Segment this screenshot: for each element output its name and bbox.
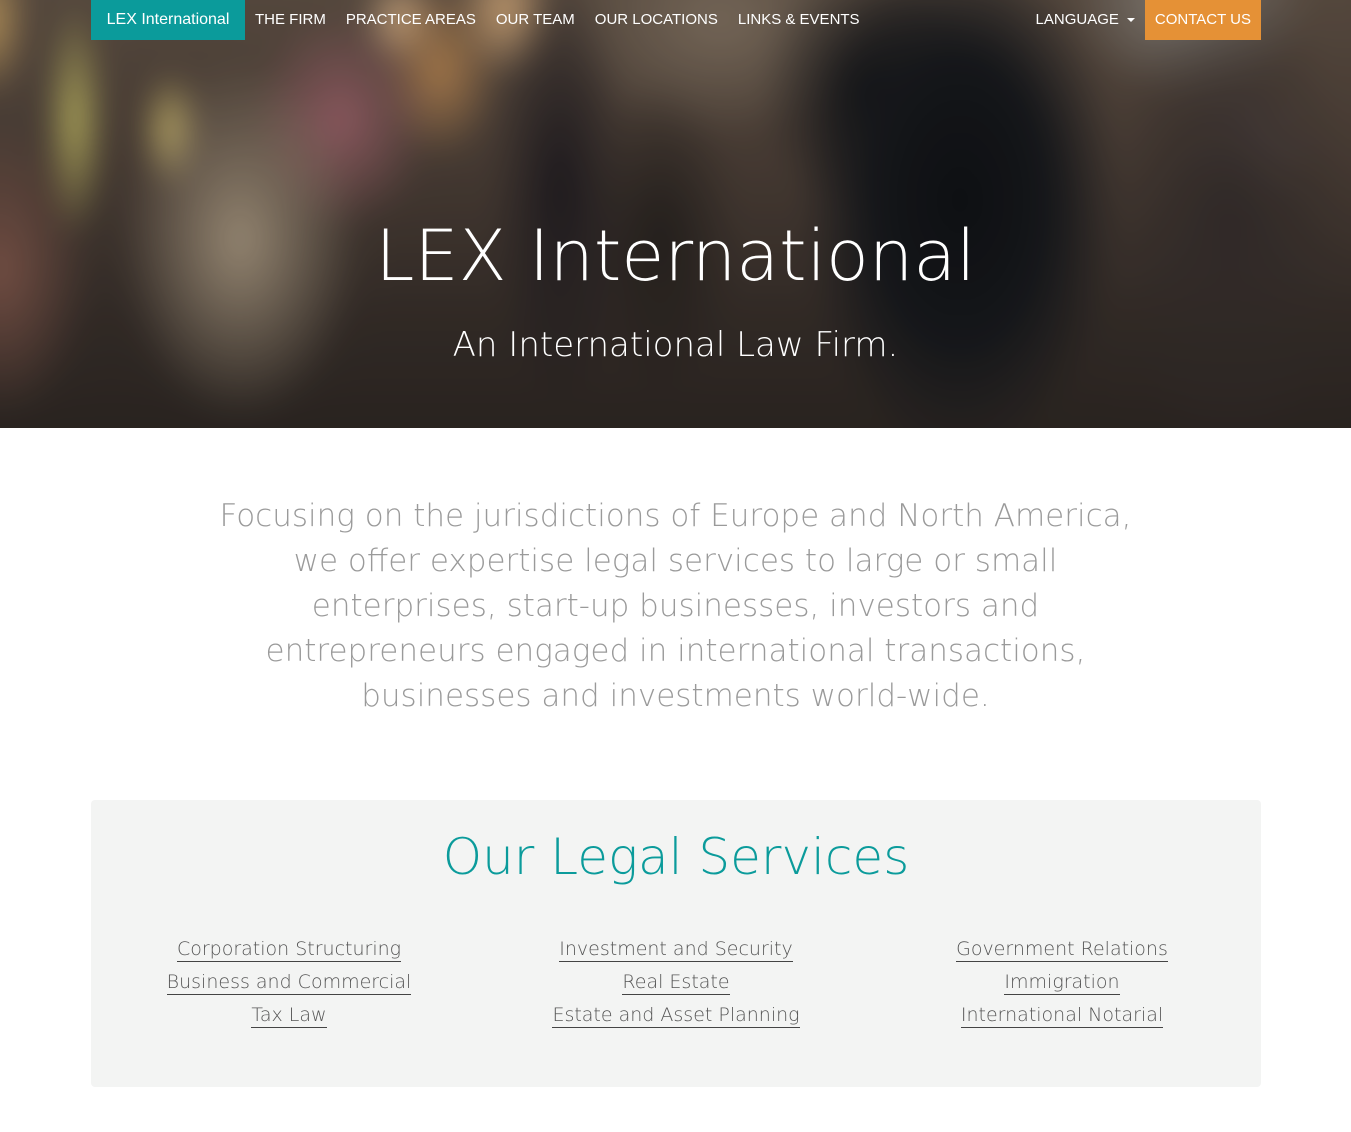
intro-text: Focusing on the jurisdictions of Europe … [219,498,1132,714]
service-link[interactable]: Business and Commercial [94,966,484,999]
hero-title: LEX International [375,215,976,297]
nav-right: LANGUAGE CONTACT US [1026,0,1261,40]
service-link[interactable]: Corporation Structuring [94,933,484,966]
service-link[interactable]: International Notarial [867,999,1257,1032]
legal-services-panel: Our Legal Services Corporation Structuri… [91,800,1261,1087]
services-column-1: Corporation Structuring Business and Com… [94,933,484,1032]
language-label: LANGUAGE [1035,11,1119,28]
nav-links: THE FIRM PRACTICE AREAS OUR TEAM OUR LOC… [245,0,870,40]
service-link[interactable]: Estate and Asset Planning [481,999,871,1032]
services-column-3: Government Relations Immigration Interna… [867,933,1257,1032]
service-link[interactable]: Immigration [867,966,1257,999]
language-dropdown[interactable]: LANGUAGE [1026,0,1145,40]
nav-our-team[interactable]: OUR TEAM [486,0,585,40]
top-navbar: LEX International THE FIRM PRACTICE AREA… [91,0,1261,40]
hero-banner: LEX International An International Law F… [0,0,1351,428]
contact-us-button[interactable]: CONTACT US [1144,0,1261,40]
service-link[interactable]: Government Relations [867,933,1257,966]
nav-the-firm[interactable]: THE FIRM [245,0,336,40]
service-link[interactable]: Tax Law [94,999,484,1032]
service-link[interactable]: Investment and Security [481,933,871,966]
services-title: Our Legal Services [442,828,910,886]
nav-practice-areas[interactable]: PRACTICE AREAS [336,0,486,40]
nav-links-events[interactable]: LINKS & EVENTS [728,0,870,40]
nav-our-locations[interactable]: OUR LOCATIONS [585,0,728,40]
services-column-2: Investment and Security Real Estate Esta… [481,933,871,1032]
brand-link[interactable]: LEX International [91,0,245,40]
caret-down-icon [1126,18,1135,22]
service-link[interactable]: Real Estate [481,966,871,999]
hero-subtitle: An International Law Firm. [452,325,899,365]
